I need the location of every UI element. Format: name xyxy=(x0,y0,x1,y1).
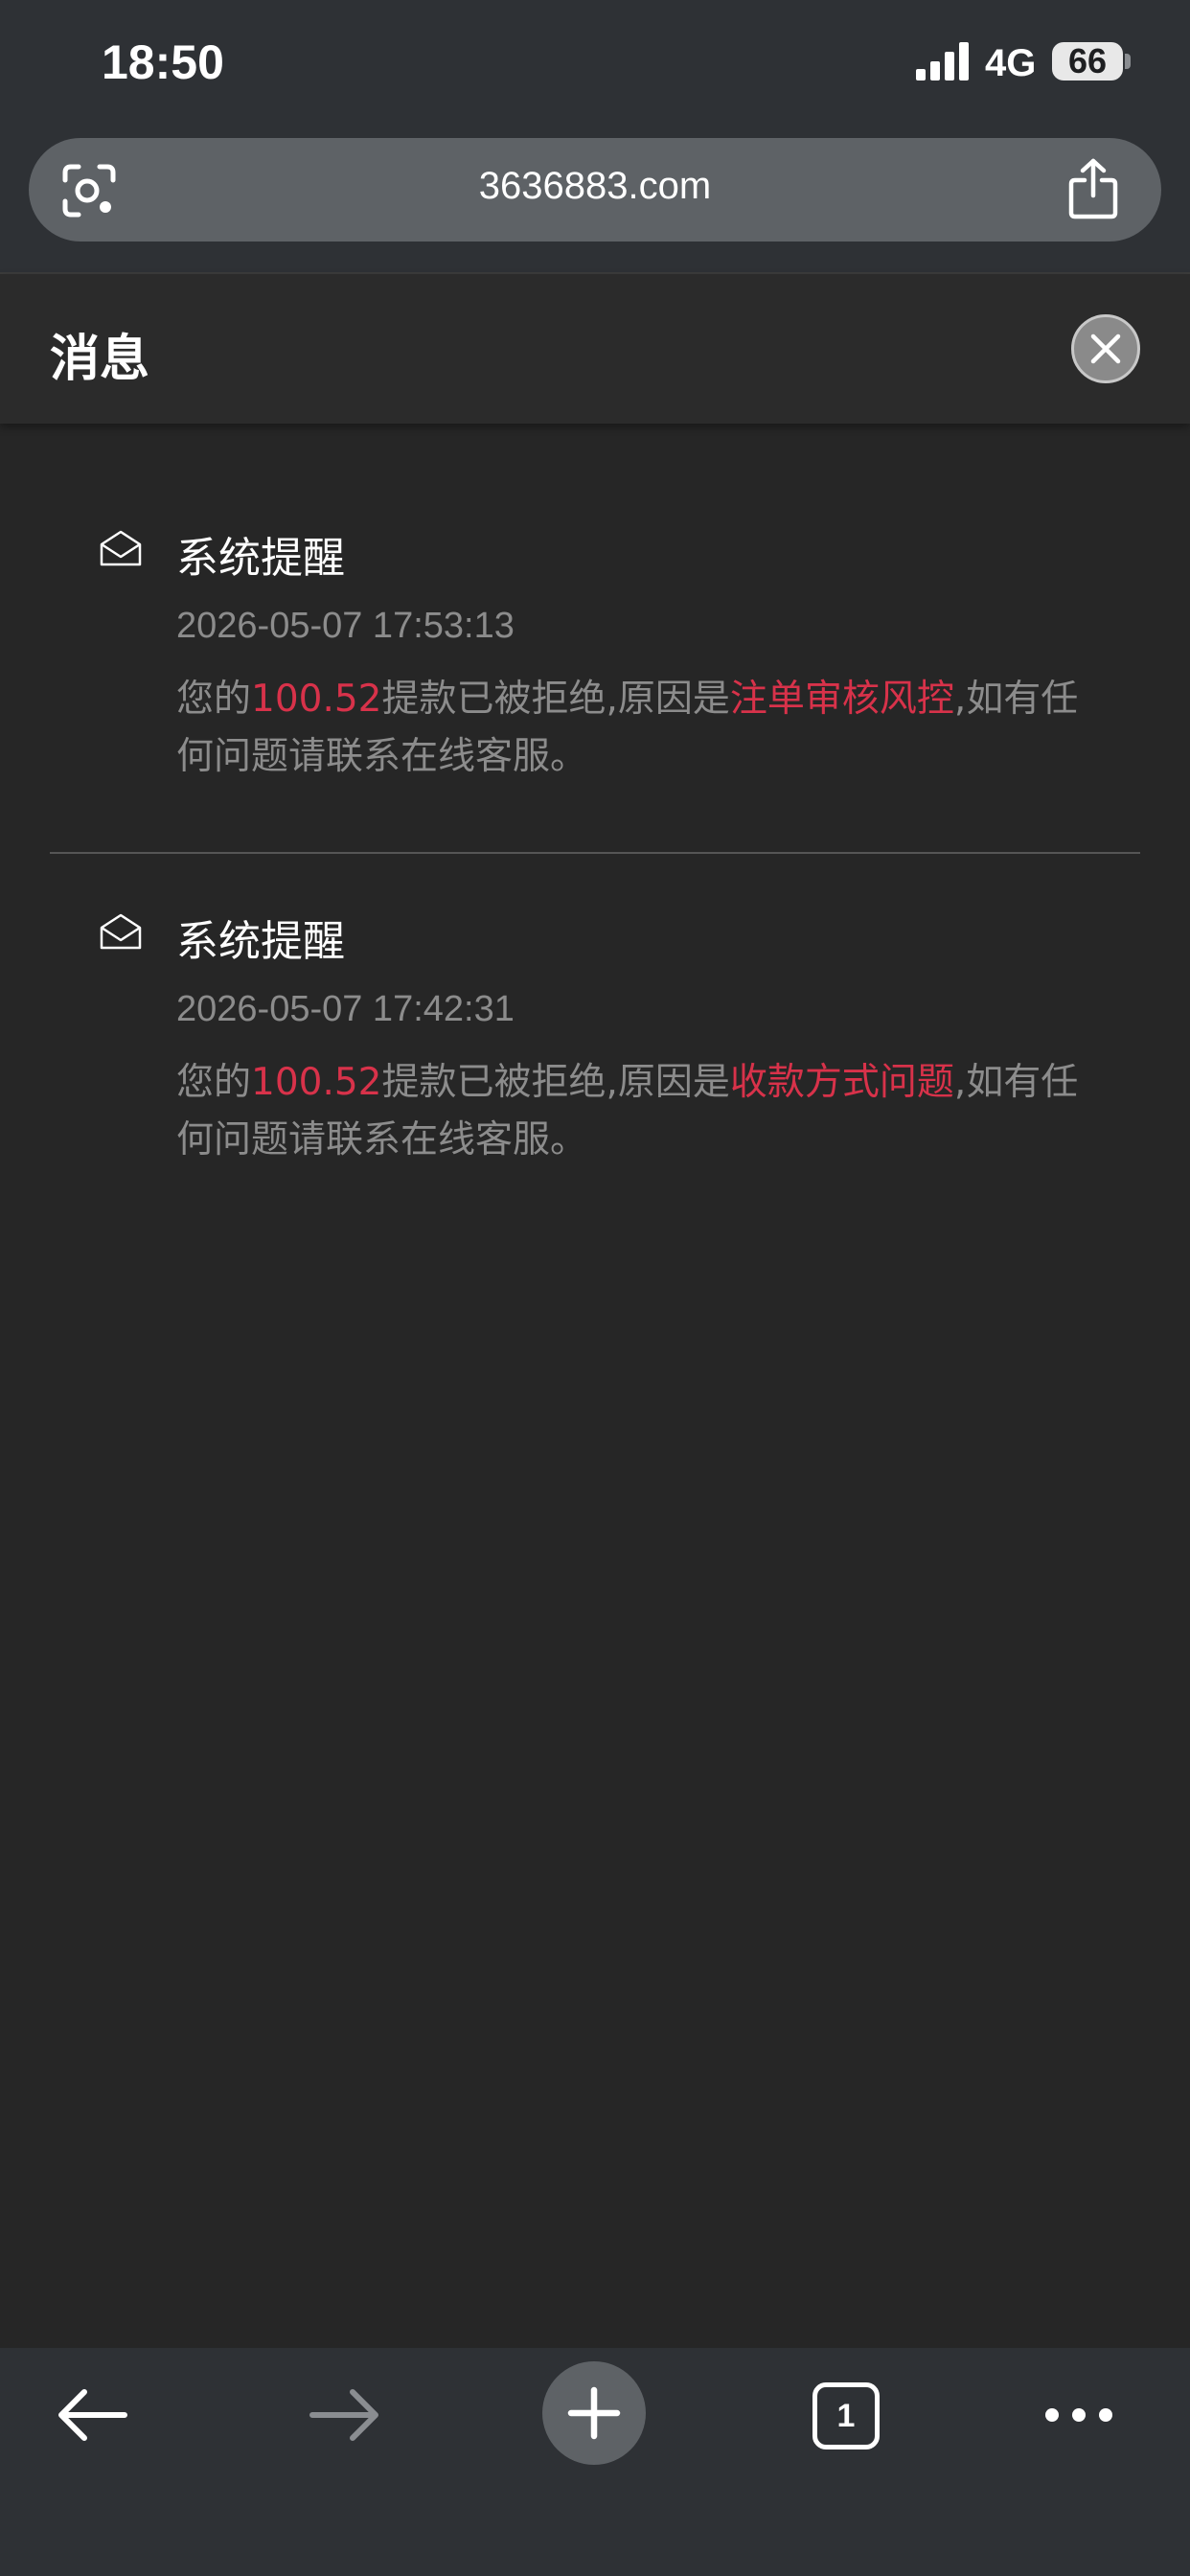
withdrawal-amount: 100.52 xyxy=(251,1061,382,1104)
new-tab-button[interactable] xyxy=(542,2361,646,2465)
message-time: 2026-05-07 17:53:13 xyxy=(176,606,515,646)
forward-arrow-icon[interactable] xyxy=(309,2388,381,2442)
more-icon[interactable] xyxy=(1044,2405,1113,2425)
url-text[interactable]: 3636883.com xyxy=(29,165,1161,208)
message-text: 提款已被拒绝,原因是 xyxy=(381,1061,730,1104)
panel-header: 消息 xyxy=(0,274,1190,424)
signal-icon xyxy=(916,42,969,80)
envelope-open-icon xyxy=(100,913,142,950)
browser-toolbar: 1 xyxy=(0,2348,1190,2576)
share-icon[interactable] xyxy=(1065,157,1121,220)
status-time: 18:50 xyxy=(102,35,224,89)
message-text: 您的 xyxy=(176,1061,252,1104)
message-body: 您的100.52提款已被拒绝,原因是收款方式问题,如有任何问题请联系在线客服。 xyxy=(176,1054,1096,1169)
plus-icon[interactable] xyxy=(567,2386,621,2440)
message-body: 您的100.52提款已被拒绝,原因是注单审核风控,如有任何问题请联系在线客服。 xyxy=(176,671,1096,786)
battery-nub xyxy=(1125,54,1131,69)
address-bar[interactable]: 3636883.com xyxy=(29,138,1161,242)
messages-panel: 消息 系统提醒 2026-05-07 17:53:13 您的100.52提款已被… xyxy=(0,272,1190,2348)
panel-title: 消息 xyxy=(50,331,150,388)
tabs-icon[interactable]: 1 xyxy=(812,2382,880,2450)
envelope-open-icon xyxy=(100,530,142,566)
message-text: 您的 xyxy=(176,678,252,721)
withdrawal-amount: 100.52 xyxy=(251,678,382,721)
battery-icon: 66 xyxy=(1052,42,1123,80)
status-bar: 18:50 4G 66 xyxy=(0,0,1190,134)
message-text: 提款已被拒绝,原因是 xyxy=(381,678,730,721)
message-title: 系统提醒 xyxy=(176,917,345,966)
back-arrow-icon[interactable] xyxy=(56,2388,128,2442)
message-time: 2026-05-07 17:42:31 xyxy=(176,989,515,1029)
close-button[interactable] xyxy=(1071,314,1140,383)
rejection-reason: 收款方式问题 xyxy=(729,1061,954,1104)
rejection-reason: 注单审核风控 xyxy=(729,678,954,721)
network-label: 4G xyxy=(985,42,1037,84)
close-icon[interactable] xyxy=(1089,333,1122,365)
divider xyxy=(50,852,1140,854)
message-title: 系统提醒 xyxy=(176,534,345,583)
